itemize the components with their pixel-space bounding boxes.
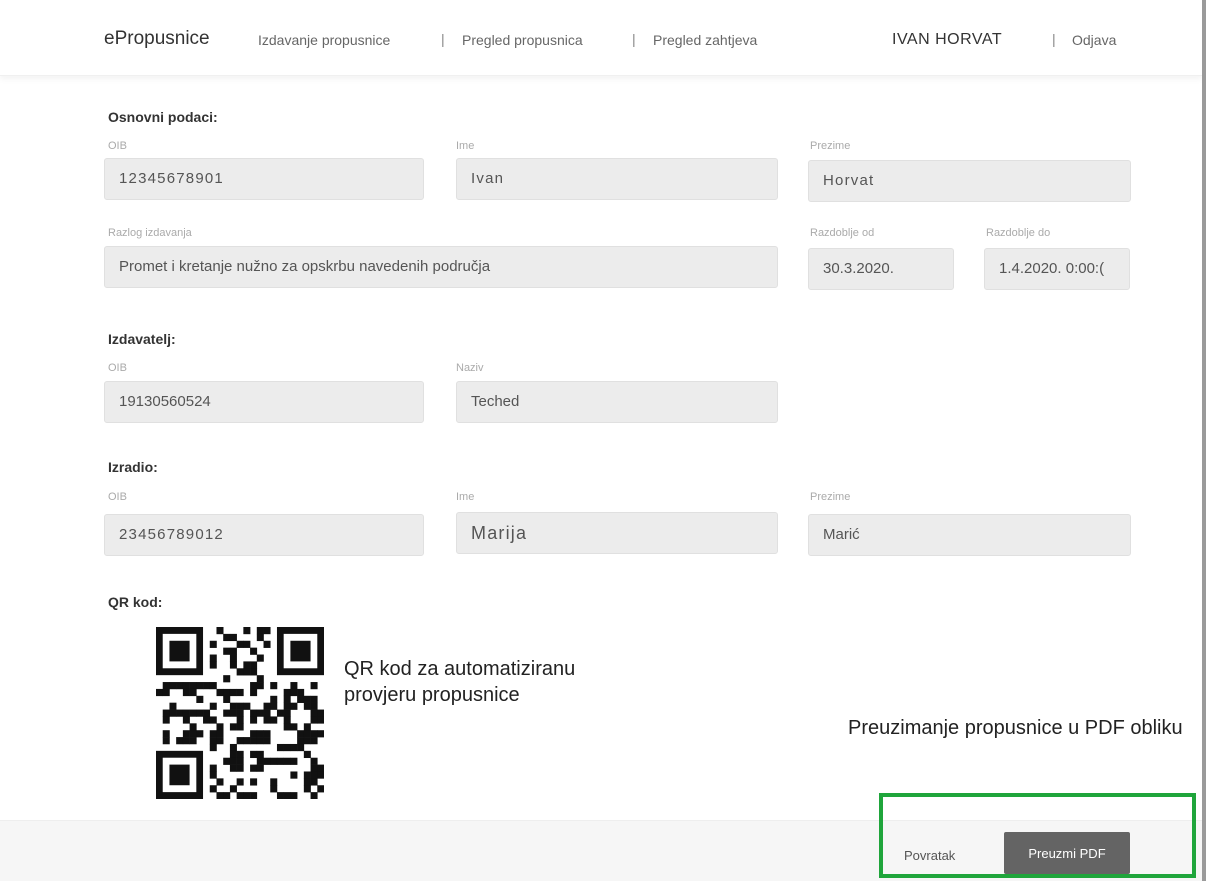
issuer-naziv-label: Naziv <box>456 362 484 374</box>
brand-link[interactable]: ePropusnice <box>104 28 210 50</box>
razlog-label: Razlog izdavanja <box>108 227 192 239</box>
page: ePropusnice Izdavanje propusnice | Pregl… <box>0 0 1206 881</box>
pdf-note: Preuzimanje propusnice u PDF obliku <box>848 717 1183 739</box>
issuer-oib-field[interactable]: 19130560524 <box>104 381 424 423</box>
nav-link-izdavanje[interactable]: Izdavanje propusnice <box>258 32 390 48</box>
razlog-field[interactable]: Promet i kretanje nužno za opskrbu naved… <box>104 246 778 288</box>
back-button[interactable]: Povratak <box>904 848 955 863</box>
razdoblje-od-field[interactable]: 30.3.2020. <box>808 248 954 290</box>
creator-oib-field[interactable]: 23456789012 <box>104 514 424 556</box>
nav-separator: | <box>632 31 636 47</box>
nav-link-pregled-propusnica[interactable]: Pregled propusnica <box>462 32 583 48</box>
razdoblje-do-field[interactable]: 1.4.2020. 0:00:( <box>984 248 1130 290</box>
logout-link[interactable]: Odjava <box>1072 32 1116 48</box>
razdoblje-od-label: Razdoblje od <box>810 227 875 239</box>
section-title-basic: Osnovni podaci: <box>108 109 218 125</box>
creator-oib-label: OIB <box>108 491 127 503</box>
qr-code-image <box>156 627 324 799</box>
ime-label: Ime <box>456 140 475 152</box>
nav-link-pregled-zahtjeva[interactable]: Pregled zahtjeva <box>653 32 757 48</box>
creator-ime-field[interactable]: Marija <box>456 512 778 554</box>
ime-field[interactable]: Ivan <box>456 158 778 200</box>
prezime-label: Prezime <box>810 140 851 152</box>
section-title-qr: QR kod: <box>108 594 163 610</box>
section-title-creator: Izradio: <box>108 459 158 475</box>
navbar: ePropusnice Izdavanje propusnice | Pregl… <box>0 0 1202 76</box>
issuer-naziv-field[interactable]: Teched <box>456 381 778 423</box>
creator-ime-label: Ime <box>456 491 475 503</box>
nav-separator: | <box>1052 31 1056 47</box>
download-pdf-button[interactable]: Preuzmi PDF <box>1004 832 1130 874</box>
razdoblje-do-label: Razdoblje do <box>986 227 1051 239</box>
section-title-issuer: Izdavatelj: <box>108 331 176 347</box>
oib-field[interactable]: 12345678901 <box>104 158 424 200</box>
qr-note: QR kod za automatiziranu provjeru propus… <box>344 658 576 706</box>
right-edge <box>1202 0 1206 881</box>
nav-separator: | <box>441 31 445 47</box>
creator-prezime-field[interactable]: Marić <box>808 514 1131 556</box>
prezime-field[interactable]: Horvat <box>808 160 1131 202</box>
creator-prezime-label: Prezime <box>810 491 851 503</box>
oib-label: OIB <box>108 140 127 152</box>
issuer-oib-label: OIB <box>108 362 127 374</box>
user-name: IVAN HORVAT <box>892 31 1003 48</box>
